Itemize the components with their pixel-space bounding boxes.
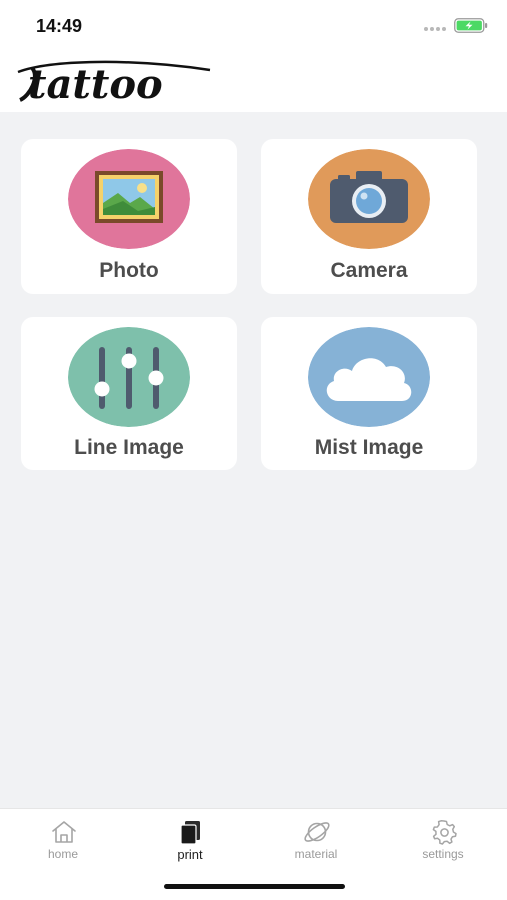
sliders-icon	[68, 327, 190, 427]
tab-settings[interactable]: settings	[380, 809, 506, 873]
mist-image-card[interactable]: Mist Image	[261, 317, 477, 470]
gear-icon	[432, 820, 457, 845]
picture-frame-icon	[68, 149, 190, 249]
battery-icon	[454, 18, 488, 33]
camera-icon	[308, 149, 430, 249]
print-icon	[180, 821, 200, 845]
photo-label: Photo	[99, 259, 159, 282]
app-header: tattoo	[0, 50, 507, 112]
tab-home[interactable]: home	[0, 809, 126, 873]
camera-label: Camera	[330, 259, 408, 282]
photo-card[interactable]: Photo	[21, 139, 237, 294]
home-indicator	[164, 884, 345, 889]
line-image-label: Line Image	[74, 436, 184, 459]
line-image-card[interactable]: Line Image	[21, 317, 237, 470]
cloud-icon	[308, 327, 430, 427]
tab-settings-label: settings	[422, 847, 464, 861]
tab-print-label: print	[177, 847, 203, 862]
status-bar: 14:49	[0, 0, 507, 50]
camera-card[interactable]: Camera	[261, 139, 477, 294]
tattoo-logo: tattoo	[17, 60, 211, 106]
tab-material-label: material	[294, 847, 338, 861]
tab-material[interactable]: material	[253, 809, 379, 873]
tab-home-label: home	[47, 847, 79, 861]
signal-icon	[424, 27, 446, 31]
tab-print[interactable]: print	[127, 809, 253, 873]
planet-icon	[304, 822, 330, 842]
svg-text:tattoo: tattoo	[28, 61, 163, 106]
home-icon	[52, 821, 76, 843]
status-time: 14:49	[36, 16, 83, 36]
mist-image-label: Mist Image	[314, 436, 424, 459]
